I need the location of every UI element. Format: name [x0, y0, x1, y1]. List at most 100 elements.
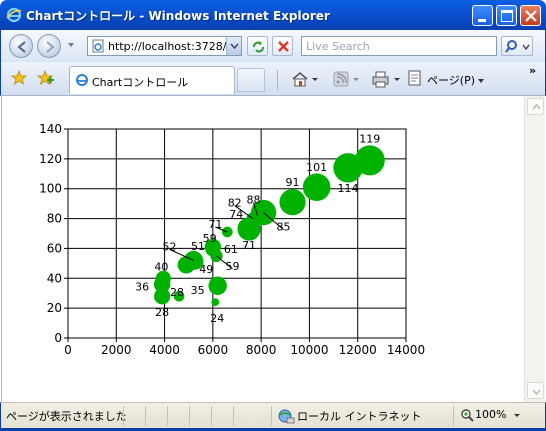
data-label: 51	[191, 240, 205, 253]
minimize-button[interactable]	[472, 5, 493, 26]
vertical-scrollbar[interactable]	[524, 96, 545, 402]
data-label: 61	[224, 243, 238, 256]
page-icon	[92, 39, 104, 53]
data-label: 71	[242, 239, 256, 252]
add-favorites-icon[interactable]	[37, 70, 55, 86]
refresh-icon	[253, 41, 264, 53]
refresh-button[interactable]	[247, 36, 268, 56]
y-tick-label: 80	[47, 212, 62, 226]
close-icon	[525, 10, 537, 22]
data-label: 101	[306, 161, 327, 174]
history-dropdown-icon[interactable]	[68, 43, 74, 47]
address-dropdown-button[interactable]	[226, 37, 241, 55]
maximize-button[interactable]	[496, 5, 517, 26]
forward-arrow-icon	[46, 41, 55, 53]
data-label: 35	[191, 284, 205, 297]
x-tick-label: 10000	[290, 343, 328, 357]
close-window-button[interactable]	[520, 5, 541, 26]
x-tick-label: 0	[64, 343, 72, 357]
stop-button[interactable]	[272, 36, 293, 56]
data-label: 74	[229, 208, 243, 221]
zoom-level-button[interactable]: 100%	[475, 408, 506, 421]
y-tick-label: 60	[47, 241, 62, 255]
print-icon[interactable]	[371, 70, 401, 88]
page-caret-icon	[478, 79, 484, 83]
status-panel	[189, 406, 190, 426]
status-panel	[271, 406, 272, 426]
minimize-icon	[478, 19, 486, 22]
data-label: 114	[338, 182, 359, 195]
chevron-down-icon	[230, 43, 239, 50]
tab-ie-icon	[76, 74, 88, 86]
scroll-up-button[interactable]	[527, 98, 544, 115]
security-zone: ローカル イントラネット	[297, 410, 422, 423]
data-label: 52	[163, 240, 177, 253]
tab-label: Chartコントロール	[92, 76, 189, 89]
bubble-point	[211, 298, 220, 307]
bubble-point	[222, 226, 233, 238]
new-tab-button[interactable]	[237, 68, 265, 92]
arrow-down-icon	[532, 389, 541, 396]
data-label: 24	[210, 312, 224, 325]
x-tick-label: 8000	[246, 343, 277, 357]
status-panel	[167, 406, 168, 426]
address-input[interactable]: http://localhost:3728/	[87, 36, 242, 56]
status-panel	[233, 406, 234, 426]
x-tick-label: 6000	[198, 343, 229, 357]
data-label: 40	[154, 260, 168, 273]
tab-toolbar: Chartコントロール ページ(P) »	[0, 62, 546, 96]
arrow-up-icon	[532, 103, 541, 110]
back-arrow-icon	[17, 41, 26, 53]
y-tick-label: 20	[47, 301, 62, 315]
x-tick-label: 14000	[387, 343, 425, 357]
address-toolbar: http://localhost:3728/ Live Search	[0, 30, 546, 62]
back-button[interactable]	[9, 34, 33, 58]
tab-chart-control[interactable]: Chartコントロール	[69, 66, 235, 94]
home-icon[interactable]	[291, 70, 319, 88]
y-tick-label: 120	[39, 152, 62, 166]
page-content: 0 2000 4000 6000 8000 10000 12000 14000 0 20 40 60 8…	[1, 96, 524, 402]
search-button[interactable]	[501, 36, 533, 56]
status-panel	[145, 406, 146, 426]
search-placeholder: Live Search	[306, 40, 370, 53]
page-menu-button[interactable]: ページ(P)	[427, 72, 484, 88]
data-label: 28	[155, 306, 169, 319]
stop-icon	[278, 41, 289, 52]
bubble-point	[208, 276, 227, 295]
data-label: 88	[247, 194, 261, 207]
y-tick-label: 140	[39, 122, 62, 136]
search-input[interactable]: Live Search	[301, 36, 497, 56]
data-label: 85	[277, 221, 291, 234]
x-tick-label: 4000	[149, 343, 180, 357]
y-tick-label: 100	[39, 182, 62, 196]
page-menu-label: ページ(P)	[427, 74, 475, 87]
zoom-caret-icon[interactable]	[513, 413, 521, 419]
x-tick-label: 12000	[339, 343, 377, 357]
bubble-point	[154, 288, 171, 305]
x-tick-label: 2000	[101, 343, 132, 357]
status-panel	[453, 406, 454, 426]
zoom-icon	[461, 409, 474, 422]
url-text: http://localhost:3728/	[108, 40, 227, 53]
status-panel	[211, 406, 212, 426]
toolbar-separator	[277, 70, 278, 90]
feeds-icon[interactable]	[333, 70, 361, 88]
internet-explorer-icon	[6, 7, 22, 23]
bubble-point	[279, 189, 306, 216]
scroll-down-button[interactable]	[527, 382, 544, 399]
bubble-chart: 0 2000 4000 6000 8000 10000 12000 14000 0 20 40 60 8…	[39, 122, 425, 357]
zoom-level: 100%	[475, 408, 507, 421]
favorites-star-icon[interactable]	[11, 70, 27, 86]
search-icon	[505, 40, 530, 53]
forward-button[interactable]	[37, 34, 61, 58]
more-commands-icon[interactable]: »	[529, 64, 536, 77]
window-title: Chartコントロール - Windows Internet Explorer	[26, 9, 330, 23]
title-bar: Chartコントロール - Windows Internet Explorer	[0, 0, 546, 30]
bubble-point	[333, 153, 363, 183]
y-tick-label: 40	[47, 271, 62, 285]
data-label: 49	[199, 263, 213, 276]
data-label: 71	[208, 218, 222, 231]
data-label: 91	[286, 176, 300, 189]
y-tick-label: 0	[54, 331, 62, 345]
data-label: 119	[359, 132, 380, 145]
